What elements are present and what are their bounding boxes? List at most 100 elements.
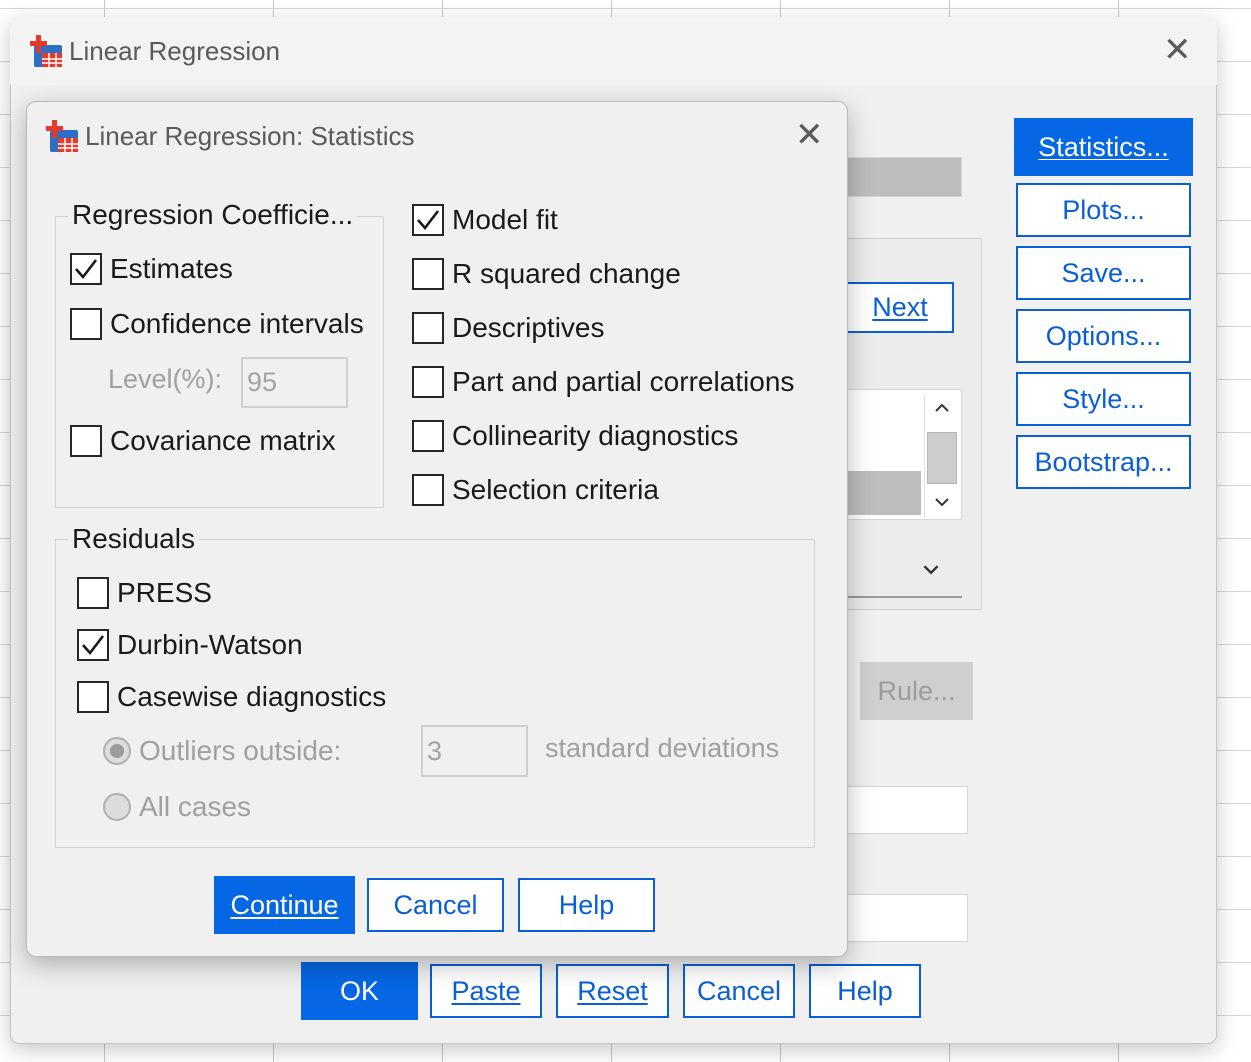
model-fit-label: Model fit — [452, 204, 558, 235]
scroll-up-icon[interactable] — [927, 394, 957, 422]
part-partial-correlations-checkbox[interactable] — [412, 366, 444, 398]
main-close-icon[interactable]: ✕ — [1163, 33, 1192, 67]
dialog-close-icon[interactable]: ✕ — [795, 118, 824, 152]
outliers-outside-option[interactable]: Outliers outside: — [103, 735, 341, 767]
paste-button-label: Paste — [451, 975, 521, 1006]
spss-app-icon — [44, 118, 80, 154]
dialog-cancel-button[interactable]: Cancel — [367, 878, 504, 932]
level-value: 95 — [247, 367, 278, 397]
independents-list[interactable] — [846, 389, 962, 520]
selection-criteria-option[interactable]: Selection criteria — [412, 474, 659, 506]
reset-button-label: Reset — [577, 975, 648, 1006]
case-labels-field[interactable] — [846, 894, 968, 942]
covariance-matrix-label: Covariance matrix — [110, 425, 336, 456]
level-label: Level(%): — [108, 364, 223, 394]
next-button[interactable]: Next — [846, 282, 954, 333]
part-partial-correlations-label: Part and partial correlations — [452, 366, 795, 397]
dialog-help-button-label: Help — [558, 889, 615, 920]
model-fit-checkbox[interactable] — [412, 204, 444, 236]
statistics-button-label: Statistics... — [1038, 131, 1169, 162]
style-button-label: Style... — [1062, 383, 1145, 414]
collinearity-diagnostics-label: Collinearity diagnostics — [452, 420, 739, 451]
rule-button[interactable]: Rule... — [860, 662, 973, 720]
casewise-diagnostics-option[interactable]: Casewise diagnostics — [77, 681, 386, 713]
estimates-label: Estimates — [110, 253, 233, 284]
estimates-option[interactable]: Estimates — [70, 253, 233, 285]
save-button[interactable]: Save... — [1016, 246, 1191, 300]
bootstrap-button[interactable]: Bootstrap... — [1016, 435, 1191, 489]
radio-selected-dot — [110, 744, 124, 758]
cancel-button[interactable]: Cancel — [683, 964, 795, 1018]
selection-criteria-checkbox[interactable] — [412, 474, 444, 506]
part-partial-correlations-option[interactable]: Part and partial correlations — [412, 366, 794, 398]
descriptives-option[interactable]: Descriptives — [412, 312, 604, 344]
options-button[interactable]: Options... — [1016, 309, 1191, 363]
covariance-matrix-checkbox[interactable] — [70, 425, 102, 457]
all-cases-option[interactable]: All cases — [103, 791, 251, 823]
style-button[interactable]: Style... — [1016, 372, 1191, 426]
confidence-intervals-checkbox[interactable] — [70, 308, 102, 340]
outliers-outside-radio[interactable] — [103, 737, 131, 765]
confidence-intervals-option[interactable]: Confidence intervals — [70, 308, 364, 340]
all-cases-radio[interactable] — [103, 793, 131, 821]
continue-button-label: Continue — [230, 889, 339, 920]
next-button-label: Next — [872, 292, 928, 322]
statistics-dialog-title: Linear Regression: Statistics — [85, 121, 415, 151]
options-button-label: Options... — [1045, 320, 1162, 351]
dialog-help-button[interactable]: Help — [518, 878, 655, 932]
outliers-outside-label: Outliers outside: — [139, 735, 342, 766]
list-scrollbar[interactable] — [924, 394, 958, 518]
standard-deviations-label: standard deviations — [545, 733, 780, 763]
press-option[interactable]: PRESS — [77, 577, 212, 609]
durbin-watson-label: Durbin-Watson — [117, 629, 303, 660]
confidence-intervals-label: Confidence intervals — [110, 308, 364, 339]
help-button[interactable]: Help — [809, 964, 921, 1018]
main-window-title: Linear Regression — [69, 36, 281, 66]
press-label: PRESS — [117, 577, 212, 608]
paste-button[interactable]: Paste — [430, 964, 542, 1018]
r-squared-change-label: R squared change — [452, 258, 681, 289]
covariance-matrix-option[interactable]: Covariance matrix — [70, 425, 336, 457]
scroll-thumb[interactable] — [927, 432, 957, 484]
cancel-button-label: Cancel — [696, 975, 782, 1006]
selection-criteria-label: Selection criteria — [452, 474, 659, 505]
descriptives-checkbox[interactable] — [412, 312, 444, 344]
press-checkbox[interactable] — [77, 577, 109, 609]
statistics-button[interactable]: Statistics... — [1014, 118, 1193, 176]
all-cases-label: All cases — [139, 791, 252, 822]
dialog-cancel-button-label: Cancel — [393, 889, 478, 920]
reset-button[interactable]: Reset — [556, 964, 669, 1018]
outliers-sd-value: 3 — [427, 735, 443, 766]
durbin-watson-checkbox[interactable] — [77, 629, 109, 661]
level-input[interactable]: 95 — [241, 357, 348, 408]
method-dropdown[interactable] — [846, 546, 962, 598]
spss-app-icon — [28, 33, 64, 69]
help-button-label: Help — [837, 975, 893, 1006]
durbin-watson-option[interactable]: Durbin-Watson — [77, 629, 303, 661]
coefficients-legend: Regression Coefficie... — [68, 199, 358, 231]
residuals-legend: Residuals — [68, 523, 199, 555]
list-selected-item[interactable] — [847, 471, 921, 515]
scroll-down-icon[interactable] — [927, 488, 957, 516]
bootstrap-button-label: Bootstrap... — [1034, 446, 1173, 477]
selection-variable-field[interactable] — [846, 786, 968, 834]
descriptives-label: Descriptives — [452, 312, 605, 343]
dependent-field[interactable] — [846, 157, 962, 197]
save-button-label: Save... — [1061, 257, 1146, 288]
casewise-diagnostics-label: Casewise diagnostics — [117, 681, 387, 712]
outliers-sd-input[interactable]: 3 — [421, 725, 528, 777]
ok-button-label: OK — [339, 975, 379, 1006]
chevron-down-icon — [922, 562, 940, 580]
r-squared-change-option[interactable]: R squared change — [412, 258, 681, 290]
ok-button[interactable]: OK — [301, 962, 418, 1020]
r-squared-change-checkbox[interactable] — [412, 258, 444, 290]
rule-button-label: Rule... — [877, 675, 956, 706]
estimates-checkbox[interactable] — [70, 253, 102, 285]
plots-button-label: Plots... — [1062, 194, 1145, 225]
continue-button[interactable]: Continue — [214, 876, 355, 934]
collinearity-diagnostics-option[interactable]: Collinearity diagnostics — [412, 420, 738, 452]
model-fit-option[interactable]: Model fit — [412, 204, 558, 236]
collinearity-diagnostics-checkbox[interactable] — [412, 420, 444, 452]
plots-button[interactable]: Plots... — [1016, 183, 1191, 237]
casewise-diagnostics-checkbox[interactable] — [77, 681, 109, 713]
